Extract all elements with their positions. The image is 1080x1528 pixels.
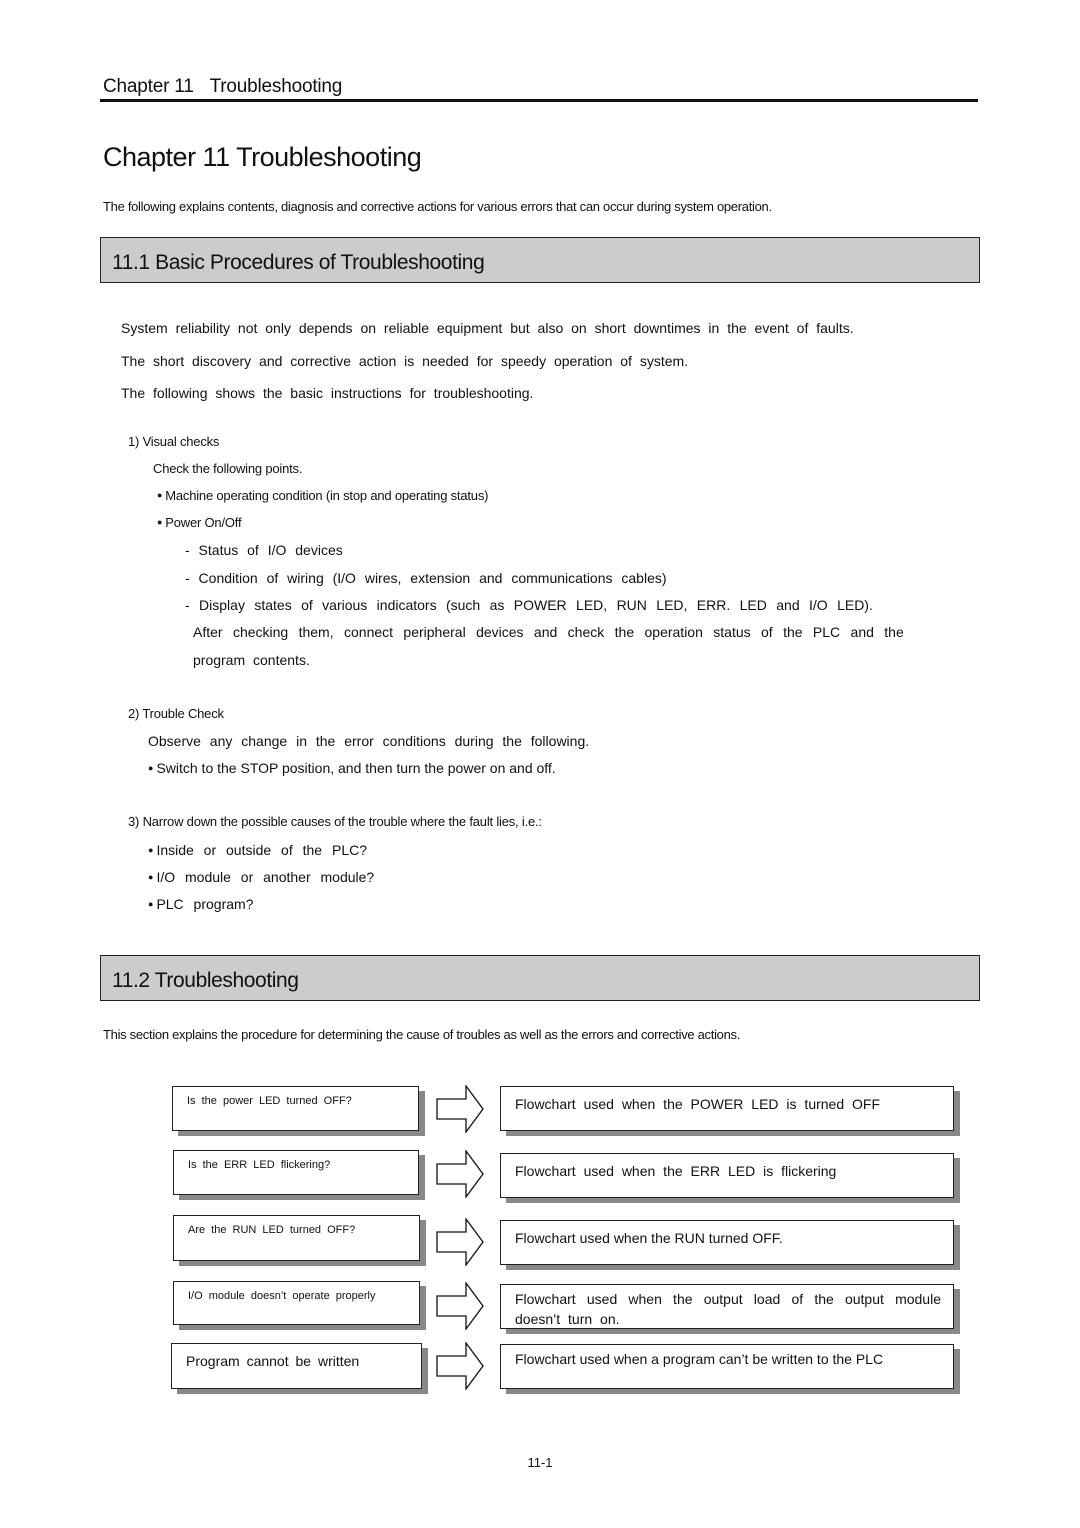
symptom-label: Is the ERR LED flickering?	[188, 1159, 331, 1171]
symptom-label: Is the power LED turned OFF?	[187, 1095, 352, 1107]
flowchart-link-box[interactable]: Flowchart used when the ERR LED is flick…	[500, 1153, 954, 1198]
bullet-item: Machine operating condition (in stop and…	[157, 488, 488, 503]
symptom-box[interactable]: Is the ERR LED flickering?	[173, 1150, 419, 1195]
flowchart-link-box[interactable]: Flowchart used when the POWER LED is tur…	[500, 1086, 954, 1131]
symptom-box[interactable]: Program cannot be written	[171, 1343, 422, 1389]
flowchart-link-box[interactable]: Flowchart used when a program can’t be w…	[500, 1344, 954, 1389]
bullet-item: I/O module or another module?	[148, 869, 374, 885]
flowchart-link-label: Flowchart used when the output load of t…	[515, 1291, 941, 1327]
running-header: Chapter 11 Troubleshooting	[103, 76, 342, 98]
flowchart-link-box[interactable]: Flowchart used when the RUN turned OFF.	[500, 1220, 954, 1265]
bullet-item: Power On/Off	[157, 515, 241, 530]
symptom-label: I/O module doesn’t operate properly	[188, 1290, 376, 1302]
flowchart-link-label: Flowchart used when the RUN turned OFF.	[515, 1230, 783, 1246]
list-lead: Observe any change in the error conditio…	[148, 733, 590, 749]
right-arrow-icon	[436, 1342, 484, 1390]
running-header-title: Troubleshooting	[209, 76, 343, 97]
right-arrow-icon	[436, 1085, 484, 1133]
running-header-chapter: Chapter 11	[103, 76, 194, 97]
dash-item: - Status of I/O devices	[185, 542, 343, 558]
chapter-intro: The following explains contents, diagnos…	[103, 199, 772, 214]
section-title: 11.2 Troubleshooting	[112, 969, 299, 992]
flowchart-link-label: Flowchart used when the POWER LED is tur…	[515, 1096, 881, 1112]
flowchart-link-label: Flowchart used when the ERR LED is flick…	[515, 1163, 837, 1179]
chapter-title: Chapter 11 Troubleshooting	[103, 142, 422, 172]
symptom-label: Program cannot be written	[186, 1353, 360, 1369]
dash-item: - Condition of wiring (I/O wires, extens…	[185, 570, 667, 586]
list-heading-visual-checks: 1) Visual checks	[128, 434, 220, 449]
paragraph: The short discovery and corrective actio…	[121, 353, 689, 369]
paragraph: The following shows the basic instructio…	[121, 385, 534, 401]
right-arrow-icon	[436, 1218, 484, 1266]
right-arrow-icon	[436, 1150, 484, 1198]
page-number: 11-1	[527, 1455, 553, 1470]
list-heading-narrow-down: 3) Narrow down the possible causes of th…	[128, 814, 542, 829]
followup-text: After checking them, connect peripheral …	[193, 624, 904, 640]
followup-text: program contents.	[193, 652, 310, 668]
dash-item: - Display states of various indicators (…	[185, 597, 873, 613]
section-heading-11-1: 11.1 Basic Procedures of Troubleshooting	[100, 237, 980, 283]
bullet-item: Inside or outside of the PLC?	[148, 842, 367, 858]
list-heading-trouble-check: 2) Trouble Check	[128, 706, 224, 721]
paragraph: System reliability not only depends on r…	[121, 320, 854, 336]
section-heading-11-2: 11.2 Troubleshooting	[100, 955, 980, 1001]
symptom-label: Are the RUN LED turned OFF?	[188, 1224, 356, 1236]
flowchart-link-label: Flowchart used when a program can’t be w…	[515, 1351, 884, 1367]
symptom-box[interactable]: Are the RUN LED turned OFF?	[173, 1215, 420, 1261]
symptom-box[interactable]: Is the power LED turned OFF?	[172, 1086, 419, 1131]
bullet-item: Switch to the STOP position, and then tu…	[148, 760, 555, 776]
list-lead: Check the following points.	[153, 461, 303, 476]
header-rule	[100, 99, 978, 102]
flowchart-link-box[interactable]: Flowchart used when the output load of t…	[500, 1284, 954, 1329]
bullet-item: PLC program?	[148, 896, 253, 912]
section-intro: This section explains the procedure for …	[103, 1027, 741, 1042]
symptom-box[interactable]: I/O module doesn’t operate properly	[173, 1281, 420, 1325]
section-title: 11.1 Basic Procedures of Troubleshooting	[112, 251, 485, 274]
right-arrow-icon	[436, 1282, 484, 1330]
